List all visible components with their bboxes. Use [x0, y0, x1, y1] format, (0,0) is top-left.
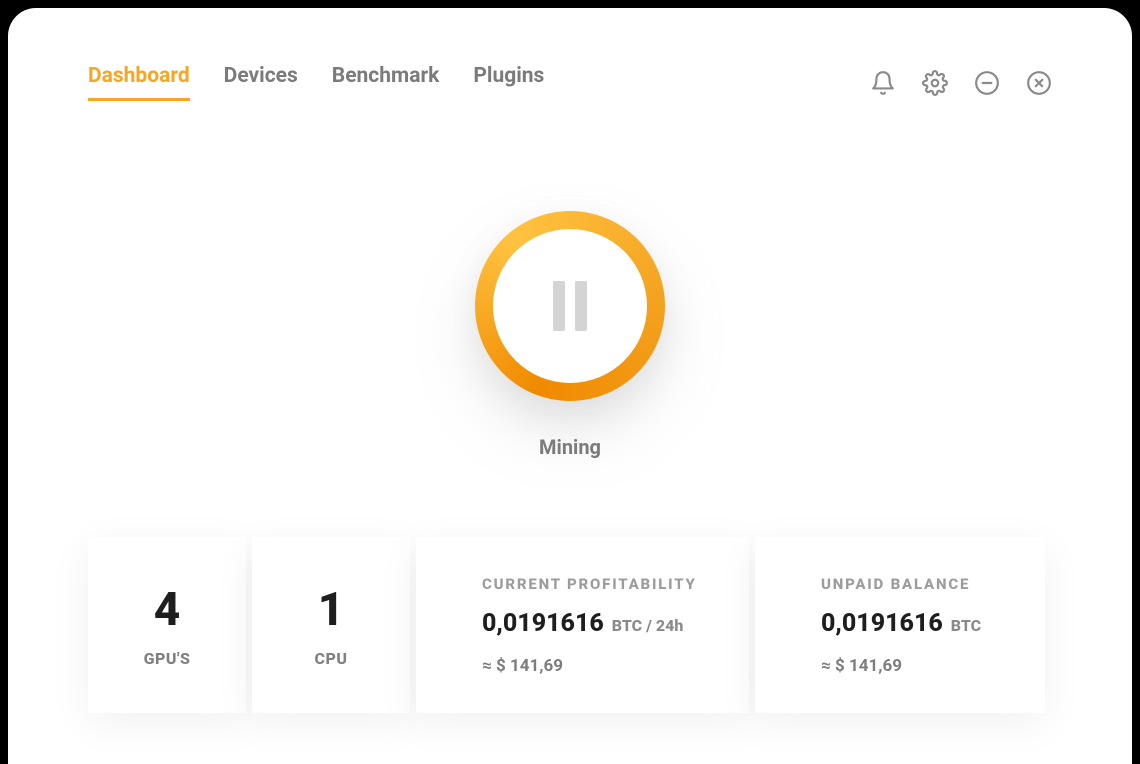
cpu-count: 1 — [318, 583, 345, 637]
cpu-label: CPU — [315, 649, 348, 668]
nav-tabs: Dashboard Devices Benchmark Plugins — [88, 64, 544, 101]
gpu-label: GPU'S — [144, 649, 191, 668]
balance-value-row: 0,0191616 BTC — [821, 609, 1011, 638]
profitability-title: CURRENT PROFITABILITY — [482, 575, 715, 593]
header-icons — [870, 70, 1052, 96]
profitability-card: CURRENT PROFITABILITY 0,0191616 BTC / 24… — [416, 537, 749, 713]
balance-unit: BTC — [951, 616, 981, 635]
tab-devices[interactable]: Devices — [224, 64, 298, 101]
app-window: Dashboard Devices Benchmark Plugins Mini… — [8, 8, 1132, 764]
balance-card: UNPAID BALANCE 0,0191616 BTC ≈ $ 141,69 — [755, 537, 1045, 713]
mining-toggle-button[interactable] — [475, 211, 665, 401]
mining-control: Mining — [88, 211, 1052, 459]
balance-approx: ≈ $ 141,69 — [821, 656, 1011, 676]
stats-cards: 4 GPU'S 1 CPU CURRENT PROFITABILITY 0,01… — [88, 537, 1052, 713]
cpu-card: 1 CPU — [252, 537, 410, 713]
mining-status-label: Mining — [539, 435, 601, 459]
gpu-count: 4 — [154, 583, 181, 637]
balance-title: UNPAID BALANCE — [821, 575, 1011, 593]
top-bar: Dashboard Devices Benchmark Plugins — [88, 64, 1052, 101]
tab-dashboard[interactable]: Dashboard — [88, 64, 190, 101]
profitability-approx: ≈ $ 141,69 — [482, 656, 715, 676]
tab-plugins[interactable]: Plugins — [473, 64, 544, 101]
tab-benchmark[interactable]: Benchmark — [332, 64, 440, 101]
gear-icon[interactable] — [922, 70, 948, 96]
profitability-value-row: 0,0191616 BTC / 24h — [482, 609, 715, 638]
minimize-icon[interactable] — [974, 70, 1000, 96]
gpu-card: 4 GPU'S — [88, 537, 246, 713]
bell-icon[interactable] — [870, 70, 896, 96]
profitability-unit: BTC / 24h — [612, 616, 684, 635]
close-icon[interactable] — [1026, 70, 1052, 96]
pause-icon — [553, 281, 587, 331]
balance-value: 0,0191616 — [821, 609, 943, 638]
profitability-value: 0,0191616 — [482, 609, 604, 638]
